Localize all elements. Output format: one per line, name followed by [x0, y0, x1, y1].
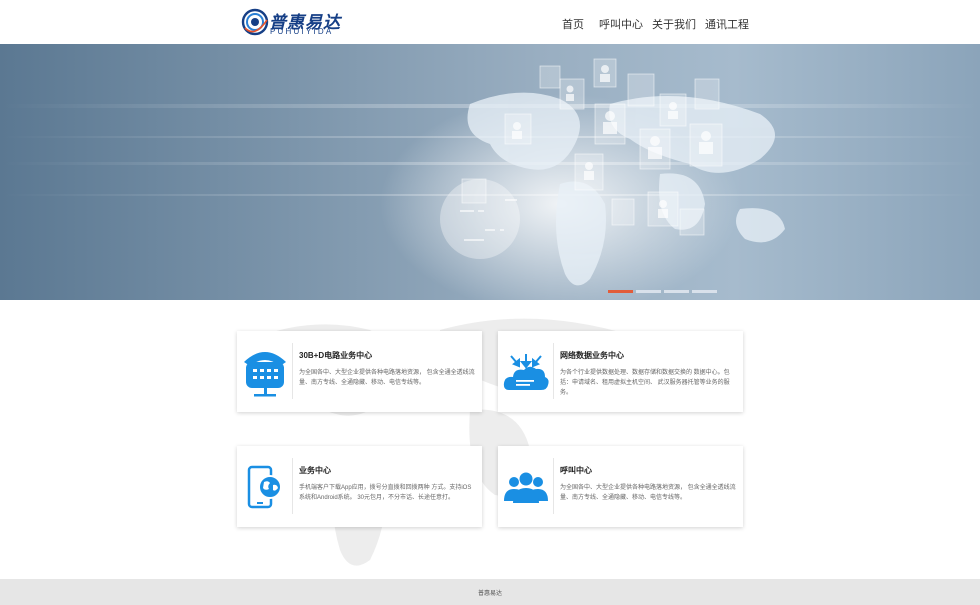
slide-dot-2[interactable]: [636, 290, 661, 293]
service-title: 呼叫中心: [560, 466, 592, 475]
nav-item-home[interactable]: 首页: [562, 16, 584, 32]
service-title: 网络数据业务中心: [560, 351, 624, 360]
service-title: 业务中心: [299, 466, 331, 475]
footer-copyright: 普惠易达: [477, 591, 502, 597]
swirl-logo-icon: [241, 8, 269, 36]
card-divider: [292, 343, 293, 399]
cloud-download-icon: [503, 354, 549, 390]
slide-dot-3[interactable]: [664, 290, 689, 293]
banner-illustration: [0, 58, 980, 300]
slide-dot-1[interactable]: [608, 290, 633, 293]
service-card-call-center[interactable]: 呼叫中心 为全国各中、大型企业提供各种电路落地资源， 包含全通全透线流量、南方专…: [498, 446, 743, 527]
service-card-circuit[interactable]: 30B+D电路业务中心 为全国各中、大型企业提供各种电路落地资源， 包含全通全透…: [237, 331, 482, 412]
slide-dot-4[interactable]: [692, 290, 717, 293]
slider-indicators: [608, 290, 717, 293]
users-group-icon: [504, 472, 548, 503]
nav-item-telecom[interactable]: 通讯工程: [705, 16, 749, 32]
card-divider: [292, 458, 293, 514]
service-description: 为全国各中、大型企业提供各种电路落地资源， 包含全通全透线流量、南方专线、全通隐…: [299, 370, 475, 386]
site-logo[interactable]: 普惠易达 PUHUIYIDA: [241, 8, 361, 36]
mobile-globe-icon: [247, 465, 282, 509]
service-title: 30B+D电路业务中心: [299, 351, 373, 360]
service-description: 为全国各中、大型企业提供各种电路落地资源， 包含全通全透线流量、南方专线、全通隐…: [560, 485, 736, 501]
card-divider: [553, 343, 554, 399]
site-header: 普惠易达 PUHUIYIDA 首页 呼叫中心 关于我们 通讯工程: [0, 0, 980, 44]
service-card-network-data[interactable]: 网络数据业务中心 为各个行业提供数据处理、数据存储和数据交换的 数据中心。包括：…: [498, 331, 743, 412]
service-description: 为各个行业提供数据处理、数据存储和数据交换的 数据中心。包括：申请域名、租用虚拟…: [560, 370, 730, 396]
service-card-business[interactable]: 业务中心 手机端客户下载App应用，拨号分直拨和回拨两种 方式。支持iOS系统和…: [237, 446, 482, 527]
site-footer: 普惠易达: [0, 579, 980, 605]
telephone-icon: [244, 352, 286, 397]
service-description: 手机端客户下载App应用，拨号分直拨和回拨两种 方式。支持iOS系统和Andro…: [299, 485, 472, 501]
card-divider: [553, 458, 554, 514]
nav-item-about[interactable]: 关于我们: [652, 16, 696, 32]
hero-banner[interactable]: [0, 44, 980, 300]
brand-name-en: PUHUIYIDA: [270, 27, 334, 36]
services-section: 30B+D电路业务中心 为全国各中、大型企业提供各种电路落地资源， 包含全通全透…: [0, 300, 980, 579]
nav-item-call-center[interactable]: 呼叫中心: [599, 16, 643, 32]
